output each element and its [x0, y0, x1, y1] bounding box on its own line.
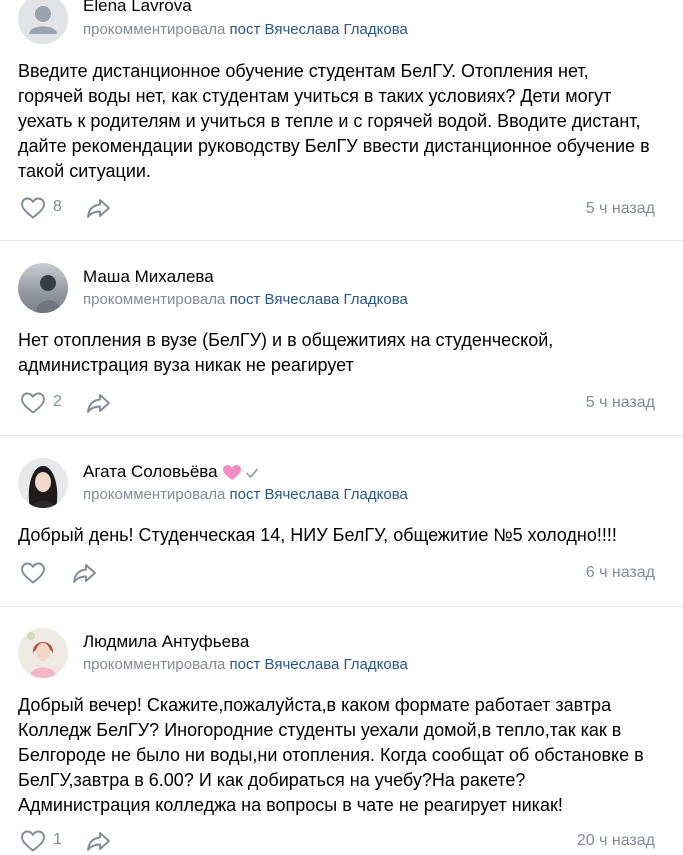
comment-action: прокомментировала	[83, 291, 226, 308]
avatar[interactable]	[18, 0, 68, 44]
comment-author[interactable]: Агата Соловьёва	[83, 462, 260, 482]
post-link[interactable]: пост Вячеслава Гладкова	[229, 656, 407, 673]
author-name: Агата Соловьёва	[83, 462, 218, 481]
comment-time[interactable]: 20 ч назад	[577, 832, 655, 850]
comment-actions: 2	[20, 391, 660, 417]
comment-author[interactable]: Маша Михалева	[83, 267, 214, 287]
heart-outline-icon[interactable]	[20, 196, 46, 220]
comment-actions	[20, 561, 660, 587]
comment-card: Людмила Антуфьева прокомментировала пост…	[0, 607, 683, 852]
user-photo-icon	[18, 628, 68, 678]
check-icon	[245, 468, 258, 478]
comment-text: Нет отопления в вузе (БелГУ) и в общежит…	[18, 330, 554, 375]
comment-action: прокомментировала	[83, 656, 226, 673]
share-arrow-icon[interactable]	[86, 391, 112, 415]
comment-meta: прокомментировала пост Вячеслава Гладков…	[83, 486, 408, 503]
comment-actions: 1	[20, 829, 660, 855]
heart-outline-icon[interactable]	[20, 561, 46, 585]
avatar[interactable]	[18, 628, 68, 678]
comment-action: прокомментировала	[83, 486, 226, 503]
comment-text: Добрый вечер! Скажите,пожалуйста,в каком…	[18, 695, 644, 815]
avatar[interactable]	[18, 263, 68, 313]
comment-time[interactable]: 6 ч назад	[586, 564, 655, 582]
post-link[interactable]: пост Вячеслава Гладкова	[229, 486, 407, 503]
avatar[interactable]	[18, 458, 68, 508]
comment-actions: 8	[20, 196, 660, 222]
default-user-icon	[18, 0, 68, 44]
comment-card: Маша Михалева прокомментировала пост Вяч…	[0, 241, 683, 435]
comment-card: Агата Соловьёва прокомментировала пост В…	[0, 436, 683, 606]
comment-meta: прокомментировала пост Вячеслава Гладков…	[83, 21, 408, 38]
heart-outline-icon[interactable]	[20, 829, 46, 853]
comment-meta: прокомментировала пост Вячеслава Гладков…	[83, 656, 408, 673]
comment-time[interactable]: 5 ч назад	[586, 394, 655, 412]
like-count: 2	[53, 393, 62, 410]
comment-text: Добрый день! Студенческая 14, НИУ БелГУ,…	[18, 525, 617, 545]
comment-author[interactable]: Elena Lavrova	[83, 0, 192, 16]
post-link[interactable]: пост Вячеслава Гладкова	[229, 21, 407, 38]
comment-author[interactable]: Людмила Антуфьева	[83, 632, 249, 652]
comment-meta: прокомментировала пост Вячеслава Гладков…	[83, 291, 408, 308]
post-link[interactable]: пост Вячеслава Гладкова	[229, 291, 407, 308]
comment-action: прокомментировала	[83, 21, 226, 38]
comment-text: Введите дистанционное обучение студентам…	[18, 61, 650, 181]
comment-card: Elena Lavrova прокомментировала пост Вяч…	[0, 0, 683, 240]
heart-outline-icon[interactable]	[20, 391, 46, 415]
share-arrow-icon[interactable]	[86, 829, 112, 853]
user-photo-icon	[18, 263, 68, 313]
share-arrow-icon[interactable]	[72, 561, 98, 585]
like-count: 1	[53, 831, 62, 848]
user-photo-icon	[18, 458, 68, 508]
share-arrow-icon[interactable]	[86, 196, 112, 220]
pink-heart-icon	[222, 465, 241, 481]
like-count: 8	[53, 198, 62, 215]
comment-time[interactable]: 5 ч назад	[586, 200, 655, 218]
